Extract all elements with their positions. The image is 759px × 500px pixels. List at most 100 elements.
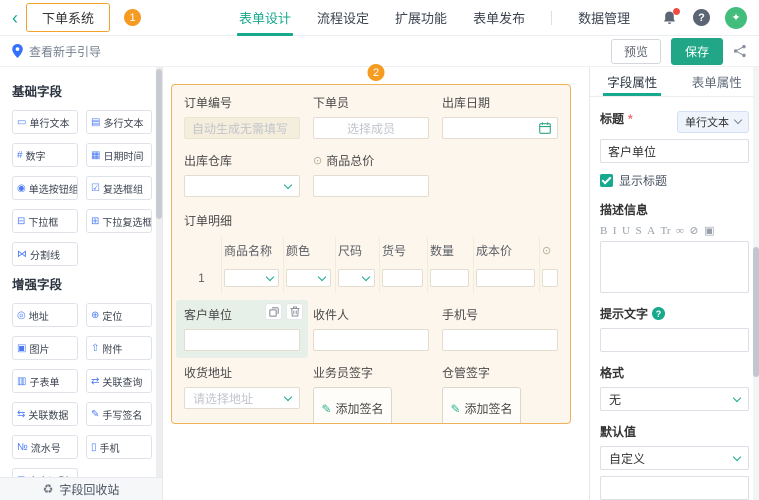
product-name-select[interactable] xyxy=(224,269,279,287)
hint-help-icon[interactable]: ? xyxy=(652,307,666,320)
total-price-input[interactable] xyxy=(313,175,429,197)
notification-bell-icon[interactable] xyxy=(662,7,680,26)
field-phone-number[interactable]: 手机号 xyxy=(442,306,558,351)
field-button-single-line-text[interactable]: ▭ 单行文本 xyxy=(12,110,78,134)
warehouse-select[interactable] xyxy=(184,175,300,197)
enhanced-fields-grid: ◎ 地址 ⊕ 定位 ▣ 图片 ⇧ 附件 ▥ 子表单 ⇄ 关联查询 ⇆ 关联数据 ✎ 手写签名 №… xyxy=(12,303,152,492)
default-value-select[interactable]: 自定义 xyxy=(600,446,749,470)
field-button-address[interactable]: ◎ 地址 xyxy=(12,303,78,327)
font-size-icon[interactable]: Tr xyxy=(661,225,671,237)
field-customer-selected[interactable]: 客户单位 xyxy=(176,300,308,358)
description-editor[interactable] xyxy=(600,241,749,293)
recipient-input[interactable] xyxy=(313,329,429,351)
customer-input[interactable] xyxy=(184,329,300,351)
field-ship-date[interactable]: 出库日期 xyxy=(442,94,558,139)
field-total-price[interactable]: ⊙ 商品总价 xyxy=(313,152,429,197)
delete-icon[interactable] xyxy=(286,303,303,320)
color-select[interactable] xyxy=(286,269,331,287)
field-button-attachment[interactable]: ⇧ 附件 xyxy=(86,336,152,360)
underline-icon[interactable]: U xyxy=(622,225,630,237)
formula-icon: ⊙ xyxy=(313,155,323,167)
field-button-linked-data[interactable]: ⇆ 关联数据 xyxy=(12,402,78,426)
back-icon[interactable]: ‹ xyxy=(12,9,18,27)
italic-icon[interactable]: I xyxy=(613,225,617,237)
link-icon[interactable]: ∞ xyxy=(676,225,684,237)
main-area: 基础字段 ▭ 单行文本 ▤ 多行文本 # 数字 ▦ 日期时间 ◉ 单选按钮组 ☑ 复选框组 … xyxy=(0,64,759,500)
tab-form-design[interactable]: 表单设计 xyxy=(237,0,294,36)
field-manager-signature[interactable]: 仓管签字 ✎ 添加签名 xyxy=(442,364,558,423)
field-order-number[interactable]: 订单编号 自动生成无需填写 xyxy=(184,94,300,139)
field-recipient[interactable]: 收件人 xyxy=(313,306,429,351)
tab-form-properties[interactable]: 表单属性 xyxy=(675,67,759,96)
cost-price-input[interactable] xyxy=(476,269,535,287)
field-button-radio-group[interactable]: ◉ 单选按钮组 xyxy=(12,176,78,200)
field-orderer[interactable]: 下单员 选择成员 xyxy=(313,94,429,139)
checkbox-checked-icon xyxy=(600,174,613,187)
newbie-guide-link[interactable]: 查看新手引导 xyxy=(12,43,101,60)
field-title-input[interactable]: 客户单位 xyxy=(600,139,749,163)
tab-data-management[interactable]: 数据管理 xyxy=(578,0,630,36)
format-select[interactable]: 无 xyxy=(600,387,749,411)
field-button-dropdown[interactable]: ⊟ 下拉框 xyxy=(12,209,78,233)
font-color-icon[interactable]: A xyxy=(647,225,655,237)
field-button-image[interactable]: ▣ 图片 xyxy=(12,336,78,360)
hint-input[interactable] xyxy=(600,328,749,352)
copy-icon[interactable] xyxy=(265,303,282,320)
field-button-phone[interactable]: ▯ 手机 xyxy=(86,435,152,459)
phone-number-input[interactable] xyxy=(442,329,558,351)
chevron-down-icon xyxy=(283,180,293,189)
field-button-linked-query[interactable]: ⇄ 关联查询 xyxy=(86,369,152,393)
show-title-checkbox[interactable]: 显示标题 xyxy=(600,172,749,189)
title-label: 标题 * xyxy=(600,111,633,127)
field-warehouse[interactable]: 出库仓库 xyxy=(184,152,300,197)
save-button[interactable]: 保存 xyxy=(670,37,723,65)
add-signature-button[interactable]: ✎ 添加签名 xyxy=(442,387,521,423)
size-select[interactable] xyxy=(338,269,375,287)
form-title[interactable]: 下单系统 xyxy=(26,3,111,32)
field-button-number[interactable]: # 数字 xyxy=(12,143,78,167)
field-button-multi-line-text[interactable]: ▤ 多行文本 xyxy=(86,110,152,134)
preview-button[interactable]: 预览 xyxy=(610,38,661,64)
field-button-serial-number[interactable]: № 流水号 xyxy=(12,435,78,459)
delivery-address-select[interactable]: 请选择地址 xyxy=(184,387,300,409)
panel-scrollbar[interactable] xyxy=(753,67,759,500)
panel-scroll-thumb[interactable] xyxy=(753,247,759,377)
tab-extensions[interactable]: 扩展功能 xyxy=(395,0,447,36)
field-button-multi-dropdown[interactable]: ⊞ 下拉复选框 xyxy=(86,209,152,233)
subform-order-detail[interactable]: 订单明细 商品名称 颜色 尺码 货号 数量 成本价 ⊙ 1 xyxy=(184,212,558,293)
number-icon: # xyxy=(17,149,23,161)
strikethrough-icon[interactable]: S xyxy=(635,225,641,237)
item-number-input[interactable] xyxy=(382,269,423,287)
help-icon[interactable]: ? xyxy=(693,9,710,26)
bold-icon[interactable]: B xyxy=(600,225,607,237)
tab-workflow[interactable]: 流程设定 xyxy=(317,0,369,36)
field-button-datetime[interactable]: ▦ 日期时间 xyxy=(86,143,152,167)
field-button-divider[interactable]: ⋈ 分割线 xyxy=(12,242,78,266)
add-signature-button[interactable]: ✎ 添加签名 xyxy=(313,387,392,423)
quantity-input[interactable] xyxy=(430,269,469,287)
field-sales-signature[interactable]: 业务员签字 ✎ 添加签名 xyxy=(313,364,429,423)
sidebar-scroll-thumb[interactable] xyxy=(156,69,162,219)
orderer-input[interactable]: 选择成员 xyxy=(313,117,429,139)
order-number-input[interactable]: 自动生成无需填写 xyxy=(184,117,300,139)
empty-cell xyxy=(442,152,558,197)
amount-input[interactable] xyxy=(542,269,558,287)
default-value-label: 默认值 xyxy=(600,425,637,439)
clear-format-icon[interactable]: ⊘ xyxy=(689,224,698,237)
field-delivery-address[interactable]: 收货地址 请选择地址 xyxy=(184,364,300,423)
share-icon[interactable] xyxy=(733,44,747,58)
tab-field-properties[interactable]: 字段属性 xyxy=(590,67,675,96)
insert-image-icon[interactable]: ▣ xyxy=(704,224,714,237)
user-avatar[interactable]: ✦ xyxy=(725,6,747,29)
field-button-checkbox-group[interactable]: ☑ 复选框组 xyxy=(86,176,152,200)
tab-publish[interactable]: 表单发布 xyxy=(473,0,525,36)
field-button-signature[interactable]: ✎ 手写签名 xyxy=(86,402,152,426)
field-button-location[interactable]: ⊕ 定位 xyxy=(86,303,152,327)
field-button-subform[interactable]: ▥ 子表单 xyxy=(12,369,78,393)
sidebar-scrollbar[interactable] xyxy=(156,67,162,477)
field-type-dropdown[interactable]: 单行文本 xyxy=(677,110,749,133)
form-canvas[interactable]: 订单编号 自动生成无需填写 下单员 选择成员 出库日期 出库仓库 ⊙ 商品总价 … xyxy=(171,84,571,424)
field-recycle-bin[interactable]: ♻ 字段回收站 xyxy=(0,477,162,500)
default-value-input[interactable] xyxy=(600,476,749,500)
ship-date-input[interactable] xyxy=(442,117,558,139)
